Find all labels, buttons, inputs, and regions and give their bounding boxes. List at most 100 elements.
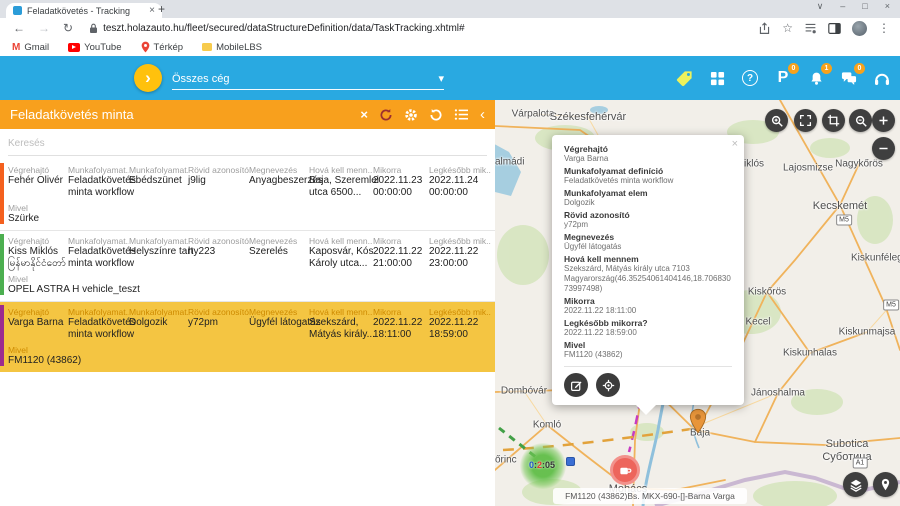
- table-row[interactable]: VégrehajtóMunkafolyamat...Munkafolyamat.…: [0, 231, 495, 302]
- layers-button[interactable]: [843, 472, 868, 497]
- side-panel-icon[interactable]: [828, 22, 841, 35]
- edit-task-button[interactable]: [564, 373, 588, 397]
- cell-value: 2022.11.22 18:59:00: [429, 317, 491, 341]
- zoom-out-button[interactable]: [872, 137, 895, 160]
- destination-pin-baja[interactable]: [689, 408, 707, 439]
- back-icon[interactable]: ←: [13, 22, 25, 34]
- city-label: Székesfehérvár: [550, 111, 626, 123]
- edit-icon: [570, 379, 583, 392]
- tab-search-icon[interactable]: ∨: [817, 1, 824, 12]
- browser-navbar: ← → ↻ teszt.holazauto.hu/fleet/secured/d…: [0, 18, 900, 38]
- gmail-icon: M: [12, 42, 20, 53]
- reading-list-icon[interactable]: [804, 22, 817, 35]
- panel-close-icon[interactable]: ×: [360, 108, 368, 121]
- share-icon[interactable]: [758, 22, 771, 35]
- zoom-box-out-button[interactable]: [849, 109, 872, 132]
- col-label: Legkésőbb mik...: [429, 165, 491, 175]
- bookmark-gmail[interactable]: MGmail: [12, 42, 49, 53]
- popup-field-value: FM1120 (43862): [564, 350, 732, 360]
- reload-icon[interactable]: ↻: [63, 22, 73, 34]
- address-bar[interactable]: teszt.holazauto.hu/fleet/secured/dataStr…: [89, 23, 758, 34]
- window-minimize-button[interactable]: –: [840, 1, 845, 12]
- popup-field-label: Munkafolyamat elem: [564, 188, 732, 198]
- task-marker-red[interactable]: [610, 455, 640, 485]
- folder-icon: [202, 43, 212, 51]
- notifications-bell-icon[interactable]: 1: [806, 68, 826, 88]
- expand-panel-fab[interactable]: ›: [134, 64, 162, 92]
- crop-select-button[interactable]: [822, 109, 845, 132]
- tab-close-icon[interactable]: ×: [149, 6, 155, 16]
- url-text[interactable]: teszt.holazauto.hu/fleet/secured/dataStr…: [103, 23, 465, 34]
- browser-tab[interactable]: Feladatkövetés - Tracking ×: [6, 3, 162, 18]
- bookmark-youtube[interactable]: YouTube: [68, 42, 121, 53]
- col-label: Mikorra: [373, 165, 429, 175]
- city-label: Kiskunhalas: [783, 348, 837, 359]
- table-row-selected[interactable]: VégrehajtóMunkafolyamat...Munkafolyamat.…: [0, 302, 495, 372]
- cell-value: Ebédszünet: [129, 175, 188, 199]
- zoom-in-button[interactable]: [872, 109, 895, 132]
- map-pin-icon: [141, 41, 150, 53]
- profile-avatar[interactable]: [852, 21, 867, 36]
- cell-value: Szerelés: [249, 246, 309, 270]
- company-select-value: Összes cég: [172, 73, 229, 85]
- collapse-panel-icon[interactable]: ‹: [480, 107, 485, 122]
- parking-icon[interactable]: P 0: [773, 68, 793, 88]
- popup-field-value: 2022.11.22 18:59:00: [564, 328, 732, 338]
- col-label: Legkésőbb mik...: [429, 236, 491, 246]
- zoom-box-in-button[interactable]: [765, 109, 788, 132]
- col-label: Végrehajtó: [8, 307, 68, 317]
- road-sign-badge: [566, 457, 575, 466]
- window-close-button[interactable]: ×: [885, 1, 890, 12]
- my-location-button[interactable]: [873, 472, 898, 497]
- cell-value: Kaposvár, Kós Károly utca...: [309, 246, 373, 270]
- new-tab-button[interactable]: +: [158, 2, 165, 16]
- cell-value: Varga Barna: [8, 317, 68, 341]
- auto-refresh-icon[interactable]: [379, 108, 393, 122]
- bookmark-terkep[interactable]: Térkép: [141, 41, 184, 53]
- messages-icon[interactable]: 0: [839, 68, 859, 88]
- mivel-value: Szürke: [8, 213, 491, 224]
- popup-field-label: Hová kell mennem: [564, 254, 732, 264]
- settings-gear-icon[interactable]: [404, 108, 418, 122]
- popup-field-label: Legkésőbb mikorra?: [564, 318, 732, 328]
- mivel-label: Mivel: [8, 274, 491, 284]
- task-panel: Feladatkövetés minta × ‹ Keresés: [0, 100, 495, 506]
- cell-value: 2022.11.22 23:00:00: [429, 246, 491, 270]
- cell-value: j9lig: [188, 175, 249, 199]
- city-label: Kiskunmajsa: [839, 327, 896, 338]
- bookmark-mobilelbs[interactable]: MobileLBS: [202, 42, 262, 53]
- mivel-value: OPEL ASTRA H vehicle_teszt: [8, 284, 491, 295]
- lock-icon: [89, 23, 98, 34]
- col-label: Mikorra: [373, 307, 429, 317]
- search-input[interactable]: Keresés: [8, 138, 487, 156]
- vehicle-attribution-label: FM1120 (43862)Bs. MKX-690-[]-Barna Varga: [553, 488, 747, 504]
- bookmark-star-icon[interactable]: ☆: [782, 22, 793, 34]
- list-view-icon[interactable]: [454, 108, 469, 121]
- cell-value: 2022.11.22 21:00:00: [373, 246, 429, 270]
- apps-grid-icon[interactable]: [707, 68, 727, 88]
- chrome-menu-icon[interactable]: ⋮: [878, 22, 890, 34]
- locate-task-button[interactable]: [596, 373, 620, 397]
- fit-extent-button[interactable]: [794, 109, 817, 132]
- app-header: › Összes cég ▾ ? P 0 1 0: [0, 56, 900, 100]
- popup-field-label: Mivel: [564, 340, 732, 350]
- col-label: Munkafolyamat...: [68, 165, 129, 175]
- city-label: iklós: [744, 159, 764, 170]
- tag-icon[interactable]: [674, 68, 694, 88]
- reload-list-icon[interactable]: [429, 108, 443, 122]
- headset-icon[interactable]: [872, 68, 892, 88]
- map-canvas[interactable]: Várpalota Székesfehérvár almádi iklós La…: [495, 100, 900, 506]
- help-icon[interactable]: ?: [740, 68, 760, 88]
- cell-value: Helyszínre tart: [129, 246, 188, 270]
- company-select[interactable]: Összes cég ▾: [172, 68, 444, 90]
- youtube-icon: [68, 43, 80, 52]
- cell-value: Dolgozik: [129, 317, 188, 341]
- cell-value: hy223: [188, 246, 249, 270]
- popup-close-icon[interactable]: ×: [732, 138, 738, 150]
- window-maximize-button[interactable]: □: [862, 1, 867, 12]
- city-label: Dombóvár: [501, 386, 547, 397]
- col-label: Munkafolyamat...: [68, 236, 129, 246]
- table-row[interactable]: VégrehajtóMunkafolyamat...Munkafolyamat.…: [0, 160, 495, 231]
- city-label: Subotica: [826, 438, 869, 450]
- city-label: őrinc: [495, 455, 517, 466]
